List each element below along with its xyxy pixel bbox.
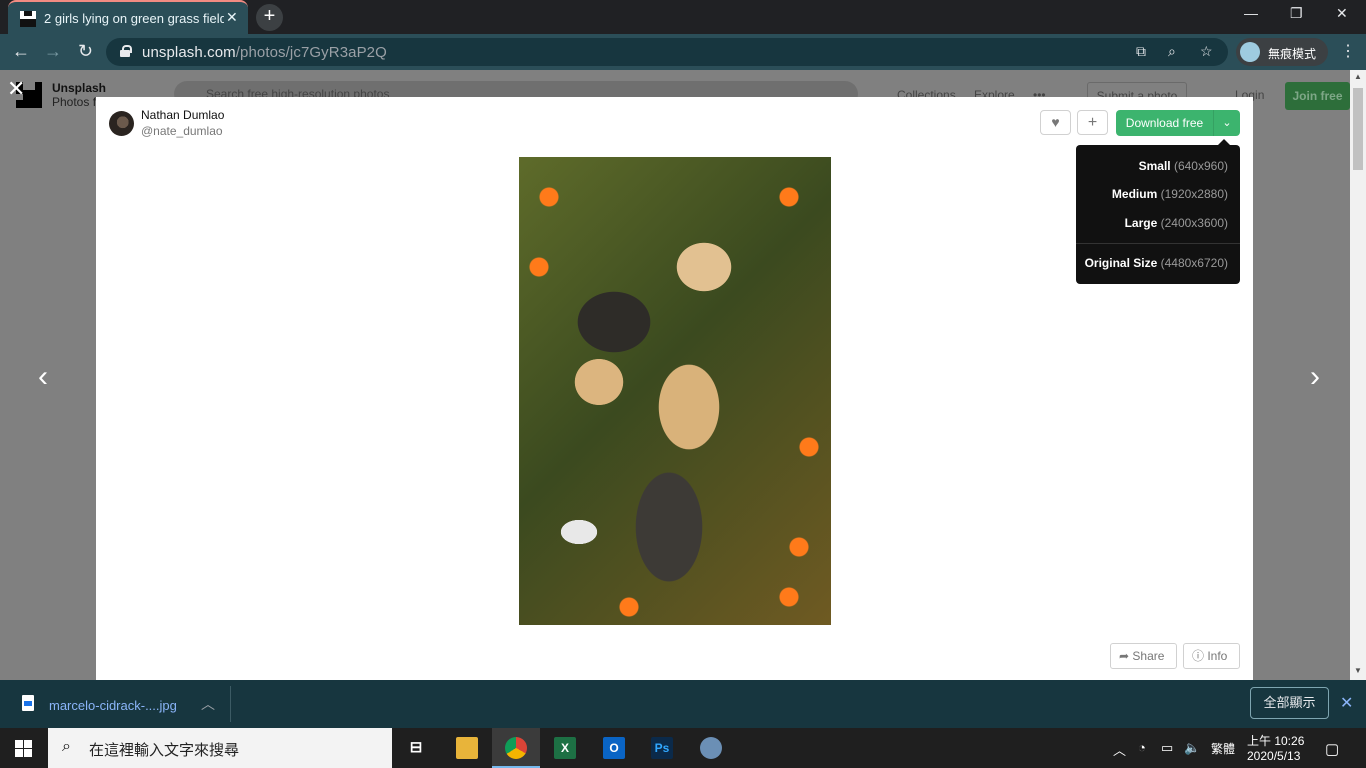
download-free-button[interactable]: Download free [1116,110,1213,136]
browser-tab[interactable]: 2 girls lying on green grass field ✕ [8,0,248,34]
show-all-downloads-button[interactable]: 全部顯示 [1250,687,1329,719]
like-heart-icon[interactable]: ♥ [1040,110,1071,135]
zoom-icon[interactable]: ⌕ [1168,43,1176,60]
bookmark-star-icon[interactable]: ☆ [1200,43,1213,60]
background-brand: Unsplash [52,81,107,95]
downloaded-file-name[interactable]: marcelo-cidrack-....jpg [49,698,177,713]
windows-start-icon[interactable] [15,740,32,757]
chrome-icon [505,737,527,759]
taskbar-search-box[interactable]: ⌕ 在這裡輸入文字來搜尋 [48,728,392,768]
folder-icon [456,737,478,759]
search-icon: ⌕ [62,738,71,755]
excel-taskbar-button[interactable]: X [541,728,589,768]
incognito-icon [1240,42,1260,62]
download-options-chevron-icon[interactable]: ⌄ [1213,110,1240,136]
download-options-icon[interactable]: ︿ [201,694,215,714]
download-size-small[interactable]: Small (640x960) [1139,159,1228,173]
volume-muted-icon[interactable]: 🔈 [1184,740,1200,756]
main-photo [519,157,831,625]
task-view-button[interactable]: ⊟ [392,728,440,768]
browser-menu-icon[interactable]: ⋮ [1340,41,1356,61]
share-arrow-icon: ➦ [1119,649,1133,663]
author-handle[interactable]: @nate_dumlao [141,124,223,138]
scroll-down-icon[interactable]: ▼ [1354,666,1362,675]
battery-icon[interactable]: ▭ [1161,740,1173,756]
menu-divider [1076,243,1240,244]
network-icon[interactable]: ◔ [1138,740,1146,755]
back-arrow-icon[interactable]: ← [12,41,30,62]
download-size-original[interactable]: Original Size (4480x6720) [1085,256,1228,270]
page-scrollbar[interactable]: ▲ ▼ [1350,70,1366,680]
image-file-icon [22,695,34,711]
chrome-taskbar-button[interactable] [492,728,540,768]
close-window-icon[interactable]: ✕ [1336,5,1348,22]
taskbar-search-placeholder: 在這裡輸入文字來搜尋 [89,742,240,759]
ime-indicator[interactable]: 繁體 [1211,740,1235,757]
next-photo-icon[interactable]: › [1310,360,1320,394]
new-tab-button[interactable]: + [256,4,283,31]
reload-icon[interactable]: ↻ [78,41,93,62]
info-button[interactable]: ⓘ Info [1183,643,1240,669]
windows-taskbar: ⌕ 在這裡輸入文字來搜尋 ⊟ X O Ps ︿ ◔ ▭ 🔈 繁體 上午 10:2… [0,728,1366,768]
tab-close-icon[interactable]: ✕ [226,9,238,26]
scroll-up-icon[interactable]: ▲ [1354,72,1362,81]
forward-arrow-icon[interactable]: → [44,41,62,62]
author-avatar[interactable] [109,111,134,136]
tray-overflow-icon[interactable]: ︿ [1113,740,1126,759]
add-to-collection-icon[interactable]: + [1077,110,1108,135]
share-button[interactable]: ➦ Share [1110,643,1177,669]
tab-title: 2 girls lying on green grass field [44,11,224,26]
info-circle-icon: ⓘ [1192,649,1208,663]
minimize-window-icon[interactable]: — [1244,5,1258,21]
outlook-icon: O [603,737,625,759]
lock-icon[interactable] [120,45,132,57]
scroll-thumb[interactable] [1353,88,1363,170]
browser-tab-strip: 2 girls lying on green grass field ✕ + —… [0,0,1366,34]
photoshop-taskbar-button[interactable]: Ps [638,728,686,768]
download-size-large[interactable]: Large (2400x3600) [1125,216,1228,230]
unsplash-favicon-icon [20,11,36,27]
file-explorer-button[interactable] [443,728,491,768]
shelf-divider [230,686,231,722]
translate-icon[interactable]: ⧉ [1136,43,1146,60]
address-bar[interactable]: unsplash.com/photos/jc7GyR3aP2Q ⧉ ⌕ ☆ [106,38,1228,66]
background-join-button: Join free [1285,82,1350,110]
close-shelf-icon[interactable]: ✕ [1340,693,1353,713]
browser-toolbar: ← → ↻ unsplash.com/photos/jc7GyR3aP2Q ⧉ … [0,34,1366,70]
taskbar-date[interactable]: 2020/5/13 [1247,749,1300,763]
download-size-menu: Small (640x960) Medium (1920x2880) Large… [1076,139,1240,284]
photoshop-icon: Ps [651,737,673,759]
url-text[interactable]: unsplash.com/photos/jc7GyR3aP2Q [142,44,387,61]
task-view-icon: ⊟ [409,739,423,756]
paint-taskbar-button[interactable] [687,728,735,768]
incognito-badge[interactable]: 無痕模式 [1236,38,1328,66]
notification-center-icon[interactable]: ▢ [1325,740,1339,758]
author-name[interactable]: Nathan Dumlao [141,108,224,122]
paint-palette-icon [700,737,722,759]
outlook-taskbar-button[interactable]: O [590,728,638,768]
download-shelf: marcelo-cidrack-....jpg ︿ 全部顯示 ✕ [0,680,1366,728]
close-modal-icon[interactable]: ✕ [7,76,25,102]
restore-window-icon[interactable]: ❐ [1290,5,1303,22]
download-size-medium[interactable]: Medium (1920x2880) [1112,187,1228,201]
previous-photo-icon[interactable]: ‹ [38,360,48,394]
excel-icon: X [554,737,576,759]
taskbar-time[interactable]: 上午 10:26 [1247,732,1304,749]
incognito-label: 無痕模式 [1268,47,1317,61]
